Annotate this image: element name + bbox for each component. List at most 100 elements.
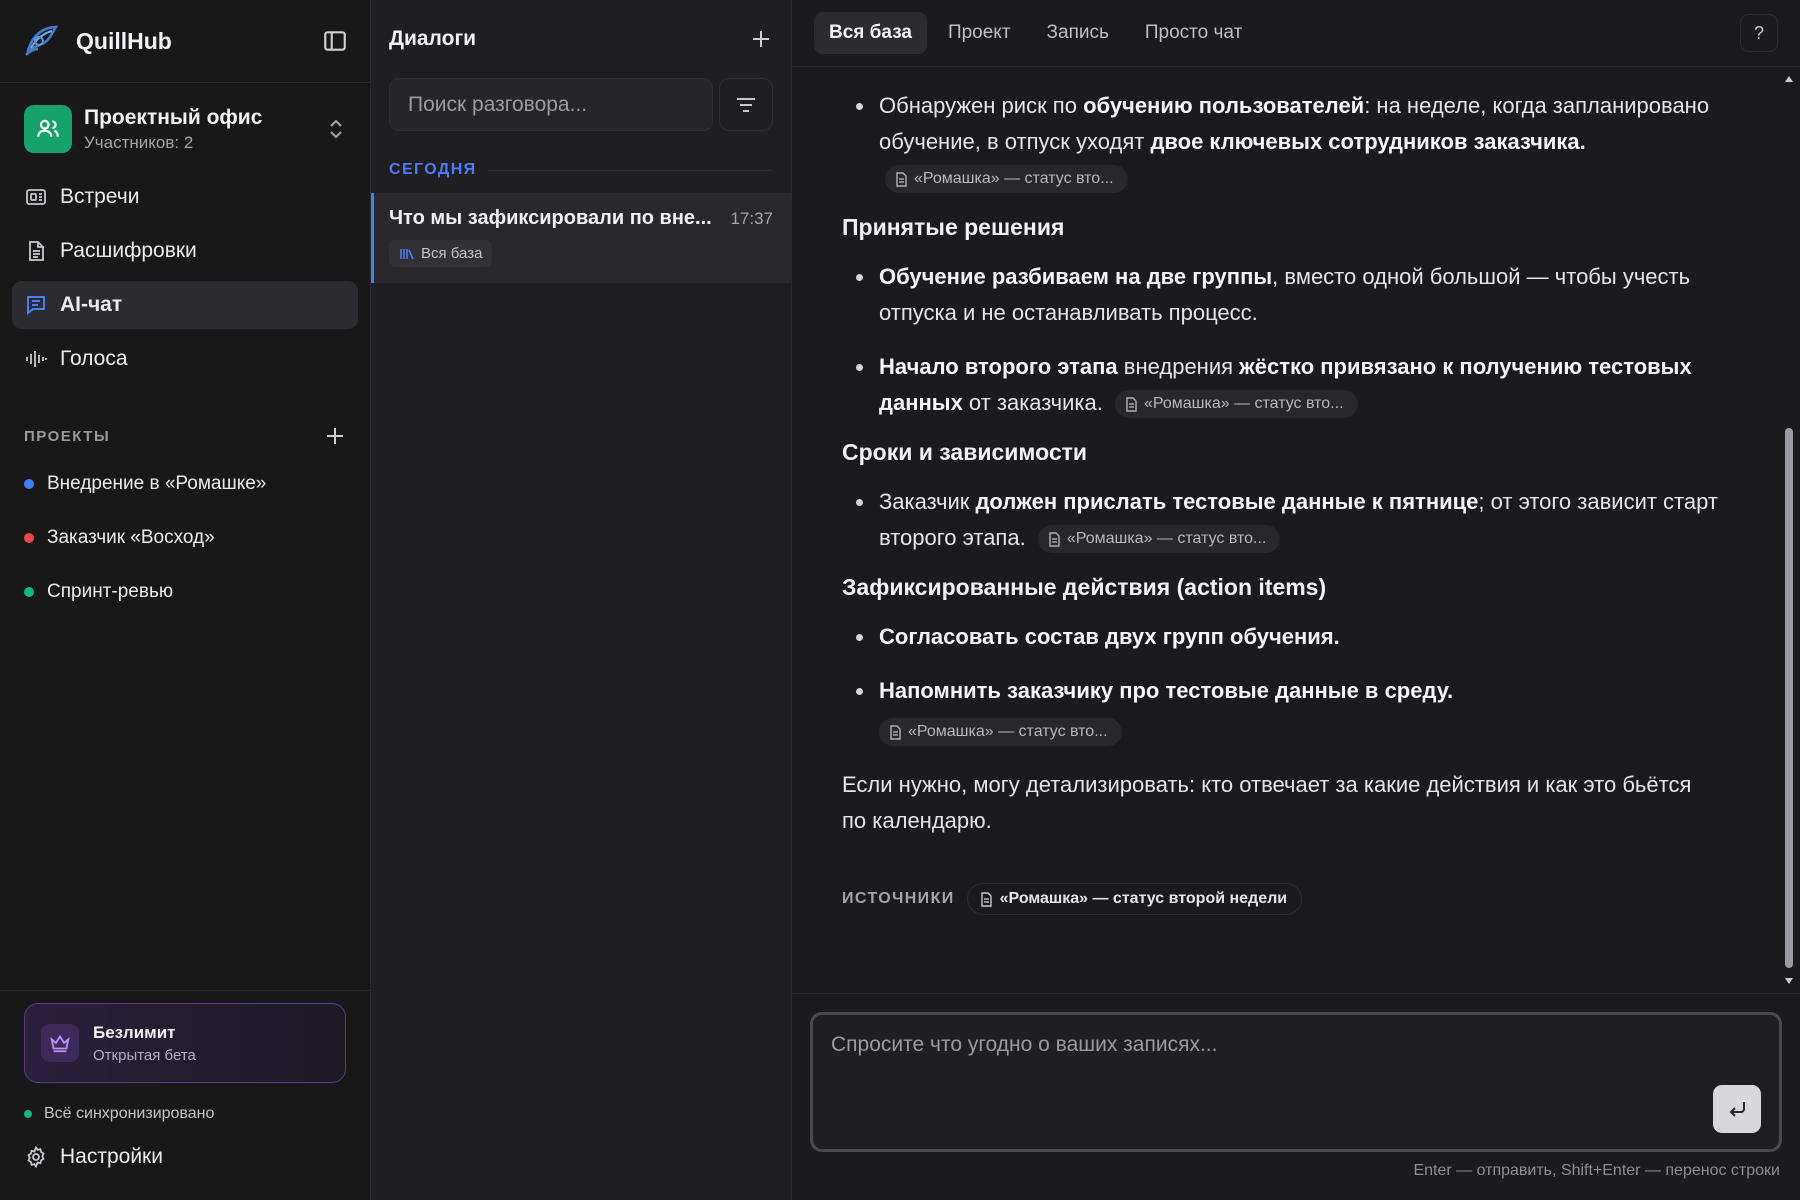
sidebar-toggle-icon[interactable]	[322, 28, 348, 54]
new-dialog-icon[interactable]	[749, 27, 773, 51]
section-today-label: СЕГОДНЯ	[389, 161, 477, 178]
chevron-up-down-icon	[326, 117, 346, 141]
text: Заказчик	[879, 489, 976, 514]
file-icon	[889, 724, 902, 740]
crown-icon	[41, 1024, 79, 1062]
meetings-icon	[24, 185, 48, 209]
search-input[interactable]	[408, 92, 694, 117]
chat-icon	[24, 293, 48, 317]
add-project-icon[interactable]	[324, 425, 346, 447]
file-icon	[1125, 396, 1138, 412]
sync-status-dot	[24, 1110, 32, 1118]
text: внедрения	[1117, 354, 1240, 379]
file-icon	[980, 891, 993, 907]
source-chip[interactable]: «Ромашка» — статус второй недели	[966, 883, 1303, 915]
scope-tabs: Вся база Проект Запись Просто чат	[792, 0, 1800, 67]
sources-label: ИСТОЧНИКИ	[842, 890, 955, 907]
nav-item-label: Голоса	[60, 347, 128, 370]
send-button[interactable]	[1713, 1085, 1761, 1133]
citation-chip[interactable]: «Ромашка» — статус вто...	[879, 718, 1122, 747]
bold-text: Напомнить заказчику про тестовые данные …	[879, 678, 1454, 703]
citation-label: «Ромашка» — статус вто...	[1066, 530, 1267, 548]
citation-row: «Ромашка» — статус вто...	[879, 713, 1718, 749]
project-item[interactable]: Заказчик «Восход»	[24, 511, 346, 565]
plan-card[interactable]: Безлимит Открытая бета	[24, 1003, 346, 1083]
nav-item-label: Расшифровки	[60, 239, 197, 262]
scrollbar[interactable]	[1782, 68, 1796, 992]
closing-paragraph: Если нужно, могу детализировать: кто отв…	[842, 772, 1692, 833]
nav-item-voices[interactable]: Голоса	[12, 335, 358, 383]
filter-button[interactable]	[719, 78, 773, 131]
conversation-scope-tag: Вся база	[389, 240, 493, 267]
settings-link[interactable]: Настройки	[24, 1145, 346, 1169]
document-icon	[24, 239, 48, 263]
gear-icon	[24, 1145, 48, 1169]
bold-text: должен прислать тестовые данные к пятниц…	[975, 489, 1479, 514]
dialogs-search-row	[371, 78, 791, 131]
list-item: Согласовать состав двух групп обучения.	[842, 619, 1718, 655]
main-nav: Встречи Расшифровки AI-чат Голоса	[0, 169, 370, 393]
tab-just-chat[interactable]: Просто чат	[1130, 12, 1257, 54]
search-box	[389, 78, 713, 131]
conversation-title: Что мы зафиксировали по вне...	[389, 207, 712, 229]
scrollbar-thumb[interactable]	[1785, 428, 1793, 968]
projects-header: ПРОЕКТЫ	[0, 423, 370, 449]
section-heading: Принятые решения	[842, 214, 1065, 240]
sidebar: QuillHub Проектный офис Участников: 2 Вс…	[0, 0, 371, 1200]
scroll-up-arrow-icon[interactable]	[1784, 74, 1794, 84]
filter-icon	[734, 93, 758, 117]
workspace-switcher[interactable]: Проектный офис Участников: 2	[0, 83, 370, 169]
brand-header: QuillHub	[0, 0, 370, 83]
scroll-down-arrow-icon[interactable]	[1784, 976, 1794, 986]
project-item[interactable]: Внедрение в «Ромашке»	[24, 457, 346, 511]
bold-text: Согласовать состав двух групп обучения.	[879, 624, 1340, 649]
tab-all-base[interactable]: Вся база	[814, 12, 927, 54]
list-item: Начало второго этапа внедрения жёстко пр…	[842, 349, 1718, 421]
risk-list: Обнаружен риск по обучению пользователей…	[842, 88, 1718, 196]
sync-status-label: Всё синхронизировано	[44, 1105, 215, 1122]
workspace-members: Участников: 2	[84, 132, 194, 152]
section-today: СЕГОДНЯ	[371, 161, 791, 179]
sources-row: ИСТОЧНИКИ «Ромашка» — статус второй неде…	[842, 883, 1718, 915]
file-icon	[1048, 531, 1061, 547]
dialogs-panel: Диалоги СЕГОДНЯ Что мы зафиксировали по …	[371, 0, 792, 1200]
citation-label: «Ромашка» — статус вто...	[1143, 395, 1344, 413]
list-item: Обнаружен риск по обучению пользователей…	[842, 88, 1718, 196]
text: от заказчика.	[962, 390, 1103, 415]
composer-area: Enter — отправить, Shift+Enter — перенос…	[792, 993, 1800, 1200]
list-item: Заказчик должен прислать тестовые данные…	[842, 484, 1718, 556]
divider	[488, 169, 773, 171]
settings-label: Настройки	[60, 1145, 163, 1168]
message-input[interactable]	[813, 1015, 1779, 1149]
citation-chip[interactable]: «Ромашка» — статус вто...	[885, 165, 1128, 194]
composer	[810, 1012, 1782, 1152]
nav-item-ai-chat[interactable]: AI-чат	[12, 281, 358, 329]
nav-item-transcripts[interactable]: Расшифровки	[12, 227, 358, 275]
tab-project[interactable]: Проект	[933, 12, 1026, 54]
assistant-message: Обнаружен риск по обучению пользователей…	[792, 68, 1778, 992]
bold-text: двое ключевых сотрудников заказчика.	[1150, 129, 1586, 154]
conversation-item[interactable]: Что мы зафиксировали по вне... 17:37 Вся…	[371, 193, 791, 283]
sidebar-footer: Безлимит Открытая бета Всё синхронизиров…	[0, 990, 370, 1200]
nav-item-label: AI-чат	[60, 293, 123, 316]
source-label: «Ромашка» — статус второй недели	[999, 890, 1288, 907]
project-label: Внедрение в «Ромашке»	[47, 473, 267, 494]
action-items-list: Согласовать состав двух групп обучения. …	[842, 619, 1718, 749]
file-icon	[895, 171, 908, 187]
project-color-dot	[24, 587, 34, 597]
app-name: QuillHub	[76, 27, 172, 54]
tab-recording[interactable]: Запись	[1032, 12, 1124, 54]
section-heading: Сроки и зависимости	[842, 439, 1088, 465]
bold-text: Начало второго этапа	[879, 354, 1118, 379]
section-heading: Зафиксированные действия (action items)	[842, 574, 1327, 600]
project-color-dot	[24, 533, 34, 543]
citation-chip[interactable]: «Ромашка» — статус вто...	[1037, 525, 1281, 554]
conversation-scope-label: Вся база	[421, 245, 483, 262]
project-label: Спринт-ревью	[47, 581, 174, 602]
list-item: Напомнить заказчику про тестовые данные …	[842, 673, 1718, 749]
citation-chip[interactable]: «Ромашка» — статус вто...	[1114, 390, 1358, 419]
nav-item-meetings[interactable]: Встречи	[12, 173, 358, 221]
citation-label: «Ромашка» — статус вто...	[908, 723, 1108, 741]
project-item[interactable]: Спринт-ревью	[24, 565, 346, 619]
help-button[interactable]: ?	[1740, 14, 1778, 52]
